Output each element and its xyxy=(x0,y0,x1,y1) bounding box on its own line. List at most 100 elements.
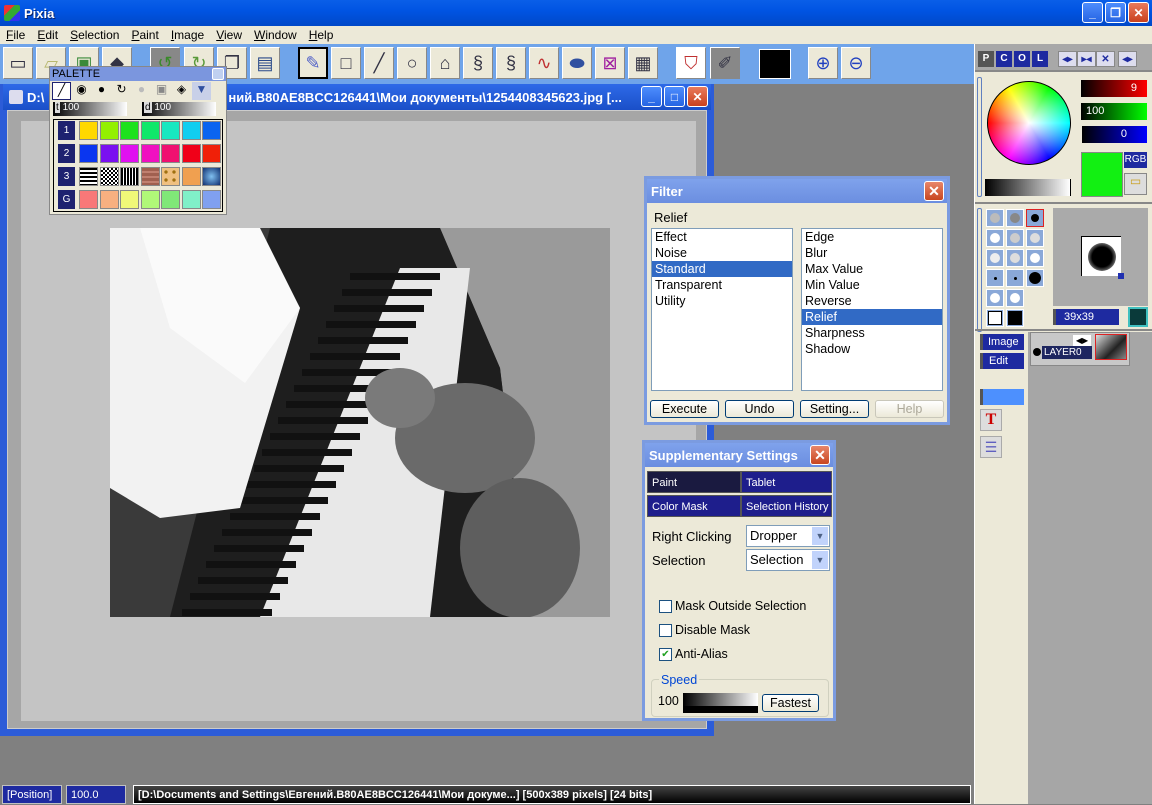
transparency-tool[interactable]: ▦ xyxy=(628,47,658,79)
menu-image[interactable]: Image xyxy=(165,28,210,42)
palette-swatch[interactable] xyxy=(79,144,98,163)
color-wheel[interactable] xyxy=(987,81,1071,165)
palette-swatch[interactable] xyxy=(140,190,160,209)
filter-category-list[interactable]: Effect Noise Standard Transparent Utility xyxy=(651,228,793,391)
tab-paint[interactable]: Paint xyxy=(647,471,741,493)
palette-swatch[interactable] xyxy=(99,144,119,163)
deselect-tool[interactable]: ⊠ xyxy=(595,47,625,79)
close-button[interactable]: ✕ xyxy=(1128,2,1149,23)
image-canvas[interactable] xyxy=(110,228,610,617)
brightness-slider[interactable] xyxy=(985,179,1071,196)
current-color-swatch[interactable] xyxy=(759,49,791,79)
tab-selection-history[interactable]: Selection History xyxy=(741,495,832,517)
image-layer-button[interactable]: Image xyxy=(980,334,1024,350)
layer-move-icon[interactable]: ◀▶ xyxy=(1073,335,1091,346)
disable-mask-checkbox[interactable]: Disable Mask xyxy=(659,623,750,637)
stamp-tool[interactable]: ▣ xyxy=(152,82,171,100)
palette-swatch[interactable] xyxy=(181,121,201,140)
filter-item[interactable]: Min Value xyxy=(802,277,942,293)
undo-button[interactable]: Undo xyxy=(725,400,794,418)
palette-title-bar[interactable]: PALETTE xyxy=(50,67,226,81)
fill-tool[interactable]: ⬬ xyxy=(562,47,592,79)
palette-swatch[interactable] xyxy=(202,121,221,140)
mask-outside-selection-checkbox[interactable]: Mask Outside Selection xyxy=(659,599,806,613)
layer-thumbnail[interactable] xyxy=(1095,334,1127,360)
filter-category-item[interactable]: Standard xyxy=(652,261,792,277)
supp-close-button[interactable]: ✕ xyxy=(810,445,830,465)
selection-select[interactable]: Selection ▼ xyxy=(746,549,830,571)
palette-swatch[interactable] xyxy=(120,144,139,163)
current-color-preview[interactable] xyxy=(1081,152,1123,197)
filter-item[interactable]: Reverse xyxy=(802,293,942,309)
palette-swatch[interactable] xyxy=(120,121,139,140)
brush-preset[interactable] xyxy=(1006,209,1024,227)
supp-title-bar[interactable]: Supplementary Settings ✕ xyxy=(645,443,833,467)
text-tool-button[interactable]: T xyxy=(980,409,1002,431)
menu-help[interactable]: Help xyxy=(303,28,340,42)
brush-preset[interactable] xyxy=(1006,289,1024,307)
edit-layer-button[interactable]: Edit xyxy=(980,353,1024,369)
palette-row-label[interactable]: 2 xyxy=(58,144,75,163)
menu-edit[interactable]: Edit xyxy=(31,28,64,42)
filter-item[interactable]: Relief xyxy=(802,309,942,325)
color-folder-button[interactable]: ▭ xyxy=(1124,173,1147,195)
restore-button[interactable]: ❐ xyxy=(1105,2,1126,23)
doc-close-button[interactable]: ✕ xyxy=(687,86,708,107)
d-slider[interactable]: d 100 xyxy=(142,102,216,116)
palette-row-label[interactable]: G xyxy=(58,190,75,209)
blue-slider[interactable]: 0 xyxy=(1082,126,1147,143)
palette-swatch[interactable] xyxy=(120,167,139,186)
palette-swatch[interactable] xyxy=(140,167,160,186)
palette-swatch[interactable] xyxy=(202,144,221,163)
paste-button[interactable]: ▤ xyxy=(250,47,280,79)
minimize-button[interactable]: _ xyxy=(1082,2,1103,23)
filter-title-bar[interactable]: Filter ✕ xyxy=(647,179,947,203)
tab-tablet[interactable]: Tablet xyxy=(741,471,832,493)
brush-preset[interactable] xyxy=(1006,309,1024,327)
layer-item[interactable]: ◀▶ LAYER0 xyxy=(1030,332,1130,366)
swap-button[interactable]: ◂▸ xyxy=(1118,51,1137,67)
brush-preset[interactable] xyxy=(986,289,1004,307)
curve-tool[interactable]: ∿ xyxy=(529,47,559,79)
red-slider[interactable]: 9 xyxy=(1081,80,1147,97)
palette-swatch[interactable] xyxy=(79,121,98,140)
execute-button[interactable]: Execute xyxy=(650,400,719,418)
palette-collapse-button[interactable] xyxy=(212,68,224,80)
green-slider[interactable]: 100 xyxy=(1081,103,1147,120)
tab-l[interactable]: L xyxy=(1032,51,1048,67)
palette-dropdown-button[interactable]: ▼ xyxy=(192,82,211,100)
palette-swatch[interactable] xyxy=(181,167,201,186)
brush-preset[interactable] xyxy=(986,249,1004,267)
layer-properties-button[interactable]: ☰ xyxy=(980,436,1002,458)
brush-options-button[interactable] xyxy=(1128,307,1148,327)
menu-paint[interactable]: Paint xyxy=(125,28,164,42)
collapse-button[interactable]: ▸◂ xyxy=(1077,51,1096,67)
brush-scroll-handle[interactable] xyxy=(977,208,982,332)
doc-maximize-button[interactable]: □ xyxy=(664,86,685,107)
palette-swatch[interactable] xyxy=(140,121,160,140)
palette-swatch[interactable] xyxy=(161,144,180,163)
palette-swatch[interactable] xyxy=(181,190,201,209)
doc-minimize-button[interactable]: _ xyxy=(641,86,662,107)
airbrush-tool[interactable]: ◉ xyxy=(72,82,91,100)
palette-swatch[interactable] xyxy=(181,144,201,163)
palette-swatch[interactable] xyxy=(161,121,180,140)
menu-file[interactable]: File xyxy=(0,28,31,42)
filter-item[interactable]: Max Value xyxy=(802,261,942,277)
rectangle-tool[interactable]: □ xyxy=(331,47,361,79)
brush-preset[interactable] xyxy=(1026,229,1044,247)
filter-category-item[interactable]: Noise xyxy=(652,245,792,261)
palette-swatch[interactable] xyxy=(99,190,119,209)
brush-preset[interactable] xyxy=(1026,209,1044,227)
close-panel-button[interactable]: ✕ xyxy=(1096,51,1115,67)
menu-window[interactable]: Window xyxy=(248,28,303,42)
brush-tool[interactable]: ● xyxy=(92,82,111,100)
filter-item[interactable]: Shadow xyxy=(802,341,942,357)
ruler-tool[interactable]: ✐ xyxy=(710,47,740,79)
palette-swatch[interactable] xyxy=(99,167,119,186)
lasso-tool[interactable]: § xyxy=(463,47,493,79)
palette-swatch[interactable] xyxy=(79,190,98,209)
brush-preset[interactable] xyxy=(1026,269,1044,287)
expand-button[interactable]: ◂▸ xyxy=(1058,51,1077,67)
brush-preset[interactable] xyxy=(986,309,1004,327)
